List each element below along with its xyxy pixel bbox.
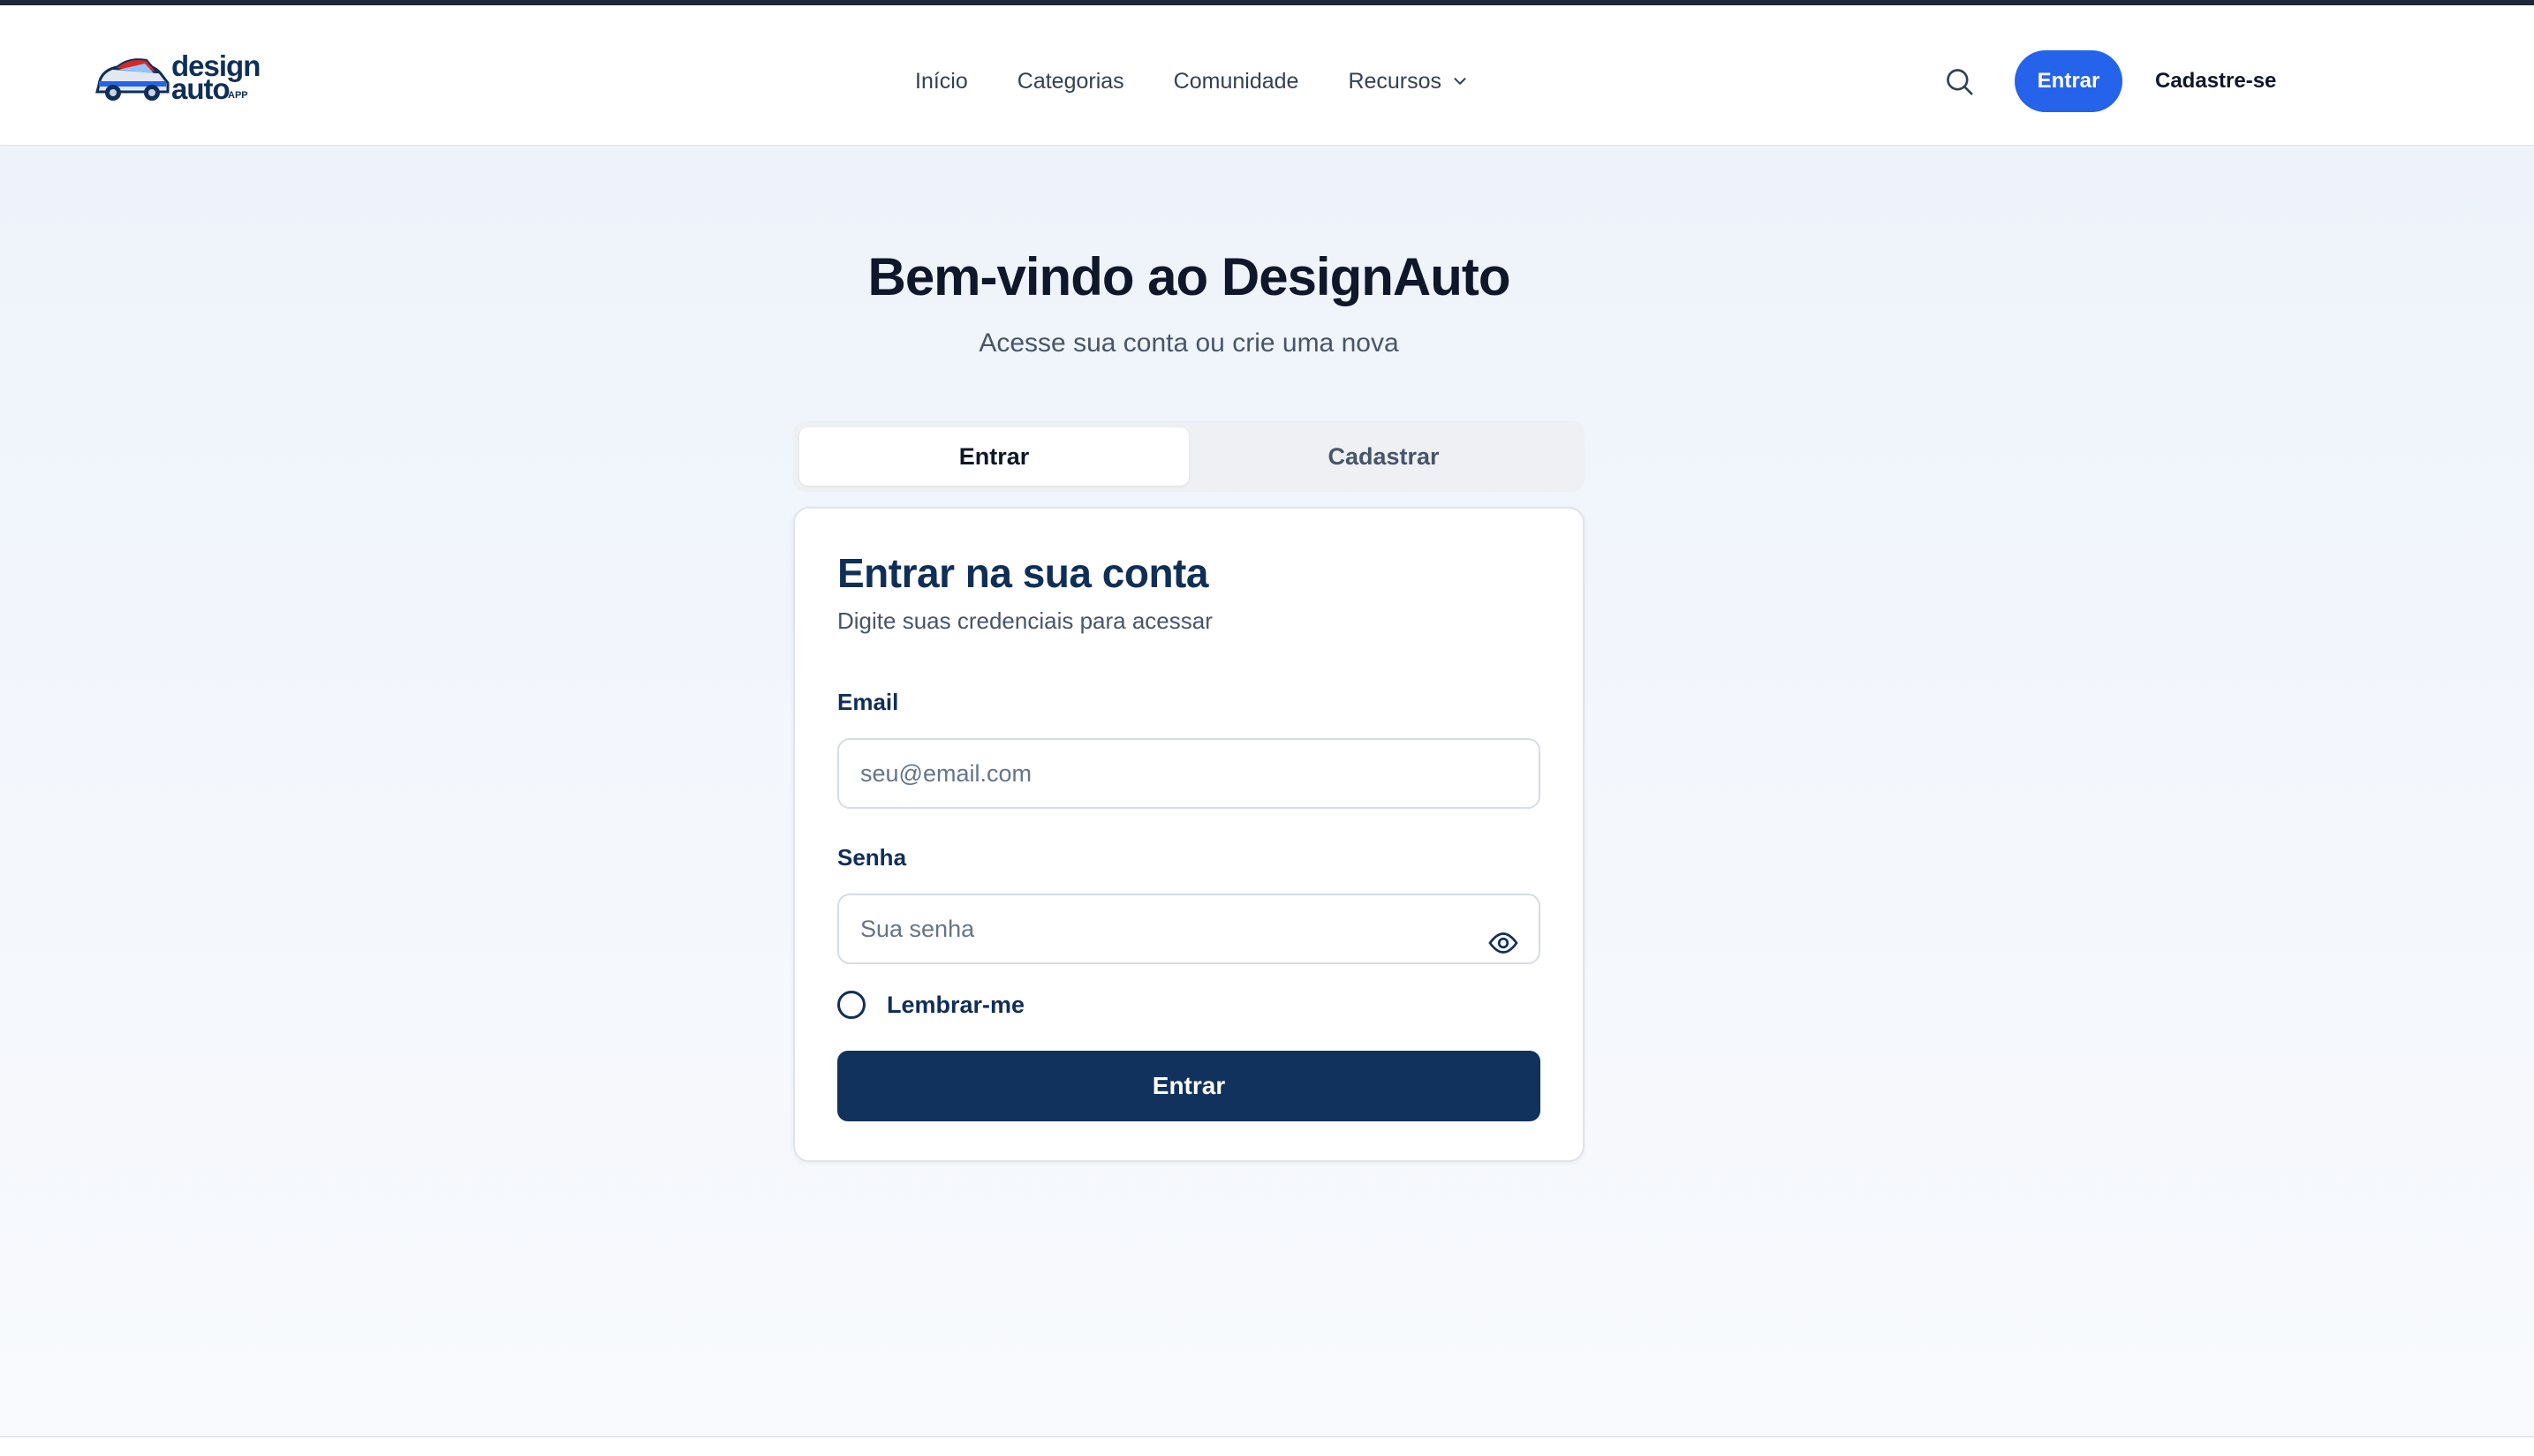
tab-cadastrar[interactable]: Cadastrar bbox=[1189, 427, 1578, 486]
login-submit-button[interactable]: Entrar bbox=[837, 1051, 1540, 1121]
remember-me[interactable]: Lembrar-me bbox=[837, 991, 1025, 1019]
header-signup-link[interactable]: Cadastre-se bbox=[2155, 50, 2276, 112]
auth-tabs: Entrar Cadastrar bbox=[793, 421, 1585, 492]
header-login-button[interactable]: Entrar bbox=[2015, 50, 2122, 112]
email-label: Email bbox=[837, 689, 899, 715]
eye-icon bbox=[1488, 932, 1518, 954]
page-title: Bem-vindo ao DesignAuto bbox=[867, 247, 1510, 306]
login-card-title: Entrar na sua conta bbox=[837, 550, 1208, 596]
main-content: Bem-vindo ao DesignAuto Acesse sua conta… bbox=[0, 147, 2534, 1437]
chevron-down-icon bbox=[1454, 78, 1466, 85]
tab-entrar[interactable]: Entrar bbox=[799, 427, 1189, 486]
nav-item-categorias[interactable]: Categorias bbox=[1017, 69, 1124, 94]
car-logo-icon bbox=[95, 58, 170, 101]
email-field[interactable] bbox=[837, 738, 1540, 809]
nav-item-comunidade[interactable]: Comunidade bbox=[1174, 69, 1299, 94]
login-card-subtitle: Digite suas credenciais para acessar bbox=[837, 607, 1213, 634]
password-label: Senha bbox=[837, 844, 907, 871]
search-button[interactable] bbox=[1941, 64, 1977, 99]
toggle-password-visibility-button[interactable] bbox=[1487, 927, 1523, 962]
search-icon bbox=[1947, 69, 1973, 95]
logo-text-auto: auto bbox=[171, 72, 231, 105]
nav-item-recursos[interactable]: Recursos bbox=[1348, 69, 1470, 94]
remember-me-label: Lembrar-me bbox=[887, 991, 1025, 1018]
logo-text-app: APP bbox=[228, 90, 248, 101]
page-subtitle: Acesse sua conta ou crie uma nova bbox=[979, 328, 1399, 358]
login-card: Entrar na sua conta Digite suas credenci… bbox=[793, 507, 1585, 1162]
password-field[interactable] bbox=[837, 894, 1540, 964]
footer-divider bbox=[0, 1436, 2534, 1437]
nav-item-recursos-label: Recursos bbox=[1348, 68, 1442, 94]
nav-item-inicio[interactable]: Início bbox=[915, 69, 968, 94]
remember-me-checkbox[interactable] bbox=[837, 991, 866, 1019]
site-logo[interactable]: design auto APP bbox=[92, 48, 261, 109]
main-nav: Início Categorias Comunidade Recursos bbox=[915, 57, 1519, 106]
site-header: design auto APP Início Categorias Comuni… bbox=[0, 5, 2534, 147]
